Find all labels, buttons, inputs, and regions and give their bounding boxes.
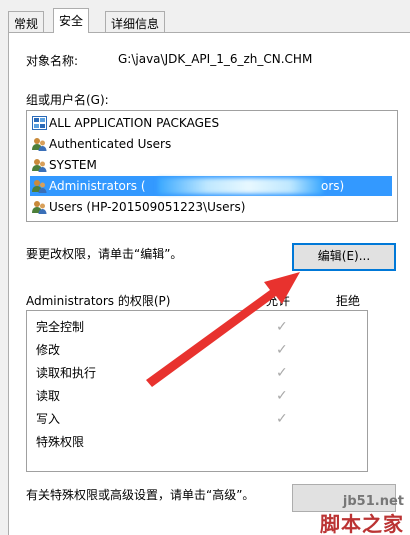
user-name: Administrators ( [49,179,146,193]
permission-row: 读取和执行 ✓ [36,362,336,384]
allow-check-icon: ✓ [276,388,288,404]
permission-row: 特殊权限 [36,431,336,453]
permission-name: 修改 [36,343,61,357]
users-group-icon [32,201,47,214]
allow-check-icon: ✓ [276,365,288,381]
users-group-icon [32,159,47,172]
tab-security[interactable]: 安全 [53,8,90,33]
object-name-label: 对象名称: [26,54,79,68]
group-users-label: 组或用户名(G): [26,93,109,107]
permission-name: 读取和执行 [36,366,97,380]
app-packages-icon [32,116,47,130]
user-row-administrators[interactable]: Administrators ( ors) [30,176,392,196]
deny-column-header: 拒绝 [336,294,361,308]
redacted-blur [158,178,323,194]
permission-row: 完全控制 ✓ [36,316,336,338]
allow-column-header: 允许 [266,294,291,308]
users-group-icon [32,180,47,193]
change-permission-hint: 要更改权限，请单击“编辑”。 [26,247,183,261]
user-row-all-app-packages[interactable]: ALL APPLICATION PACKAGES [30,113,392,133]
watermark-site: jb51.net [342,494,404,509]
advanced-settings-hint: 有关特殊权限或高级设置，请单击“高级”。 [26,488,255,502]
tab-general[interactable]: 常规 [8,11,45,33]
user-name: ALL APPLICATION PACKAGES [49,116,220,130]
permission-row: 读取 ✓ [36,385,336,407]
edit-button[interactable]: 编辑(E)... [292,243,396,271]
object-name-value: G:\java\JDK_API_1_6_zh_CN.CHM [118,52,313,66]
user-row-system[interactable]: SYSTEM [30,155,392,175]
permission-name: 特殊权限 [36,435,85,449]
tab-details[interactable]: 详细信息 [105,11,166,33]
allow-check-icon: ✓ [276,342,288,358]
permission-row: 写入 ✓ [36,408,336,430]
allow-check-icon: ✓ [276,411,288,427]
user-name: Authenticated Users [49,137,172,151]
allow-check-icon: ✓ [276,319,288,335]
user-name: Users (HP-201509051223\Users) [49,200,246,214]
permission-name: 完全控制 [36,320,85,334]
user-row-authenticated-users[interactable]: Authenticated Users [30,134,392,154]
permission-row: 修改 ✓ [36,339,336,361]
user-name: SYSTEM [49,158,97,172]
user-row-users[interactable]: Users (HP-201509051223\Users) [30,197,392,217]
users-listbox[interactable]: ALL APPLICATION PACKAGES Authenticated U… [26,110,398,222]
users-group-icon [32,138,47,151]
permission-name: 写入 [36,412,61,426]
watermark-brand: 脚本之家 [320,512,404,535]
permissions-header: Administrators 的权限(P) [26,294,171,308]
permission-name: 读取 [36,389,61,403]
user-name-suffix: ors) [321,179,345,193]
